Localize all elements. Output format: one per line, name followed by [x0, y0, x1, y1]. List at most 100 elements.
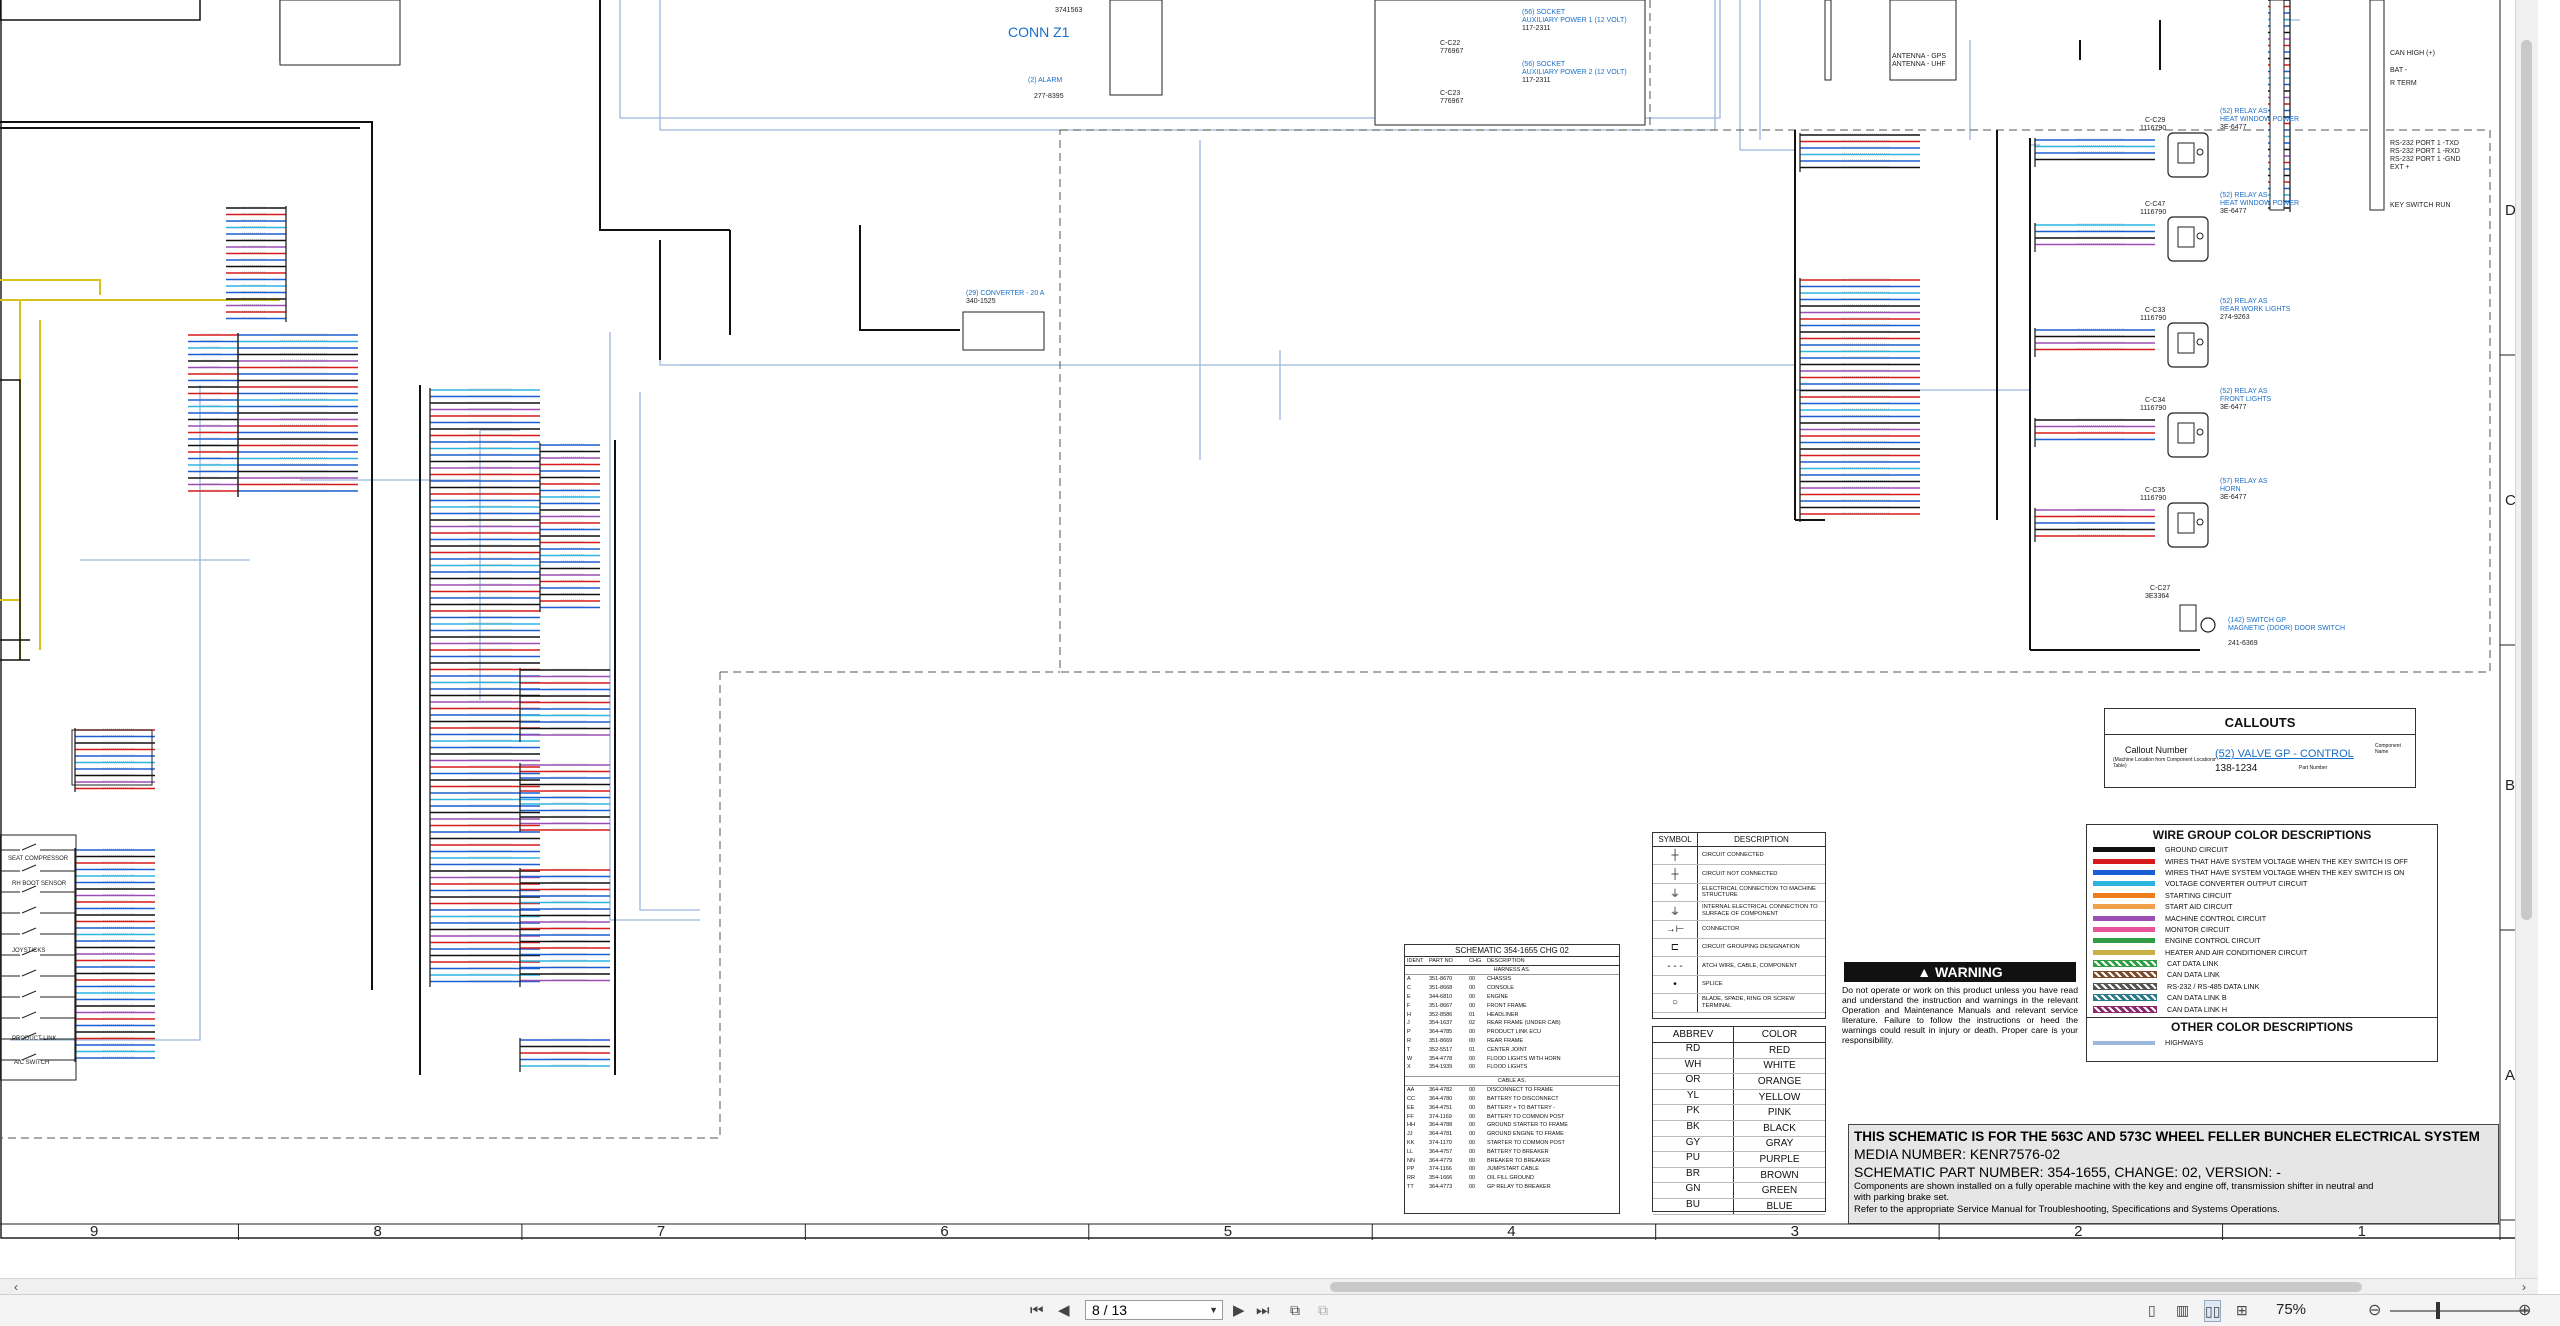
next-view-icon[interactable]: ⧉ [1318, 1300, 1328, 1320]
symbol-description: SPLICE [1702, 981, 1723, 988]
relay-symbol [2167, 322, 2209, 368]
svg-text:776967: 776967 [1440, 98, 1463, 105]
zone-column-label: 1 [2358, 1223, 2366, 1240]
wire-group-row: CAN DATA LINK B [2093, 992, 2431, 1003]
socket-2-callout[interactable]: (56) SOCKET [1522, 61, 1566, 68]
scroll-left-icon[interactable]: ‹ [14, 1279, 18, 1295]
wire-group-row: STARTING CIRCUIT [2093, 890, 2431, 901]
parts-table-row: F 351-8667 00 FRONT FRAME [1407, 1002, 1527, 1009]
continuous-page-icon[interactable]: ▥ [2176, 1300, 2189, 1320]
connector-wire-group [237, 333, 358, 497]
relay-callout[interactable]: (52) RELAY AS [2220, 108, 2268, 115]
relay-callout[interactable]: (57) RELAY AS [2220, 478, 2268, 485]
connector-wire-group [226, 206, 287, 322]
symbol-legend: SYMBOL DESCRIPTION ┼ CIRCUIT CONNECTED ┼ CI… [1652, 832, 1826, 1019]
parts-table-row: X 354-1939 00 FLOOD LIGHTS [1407, 1064, 1528, 1071]
zone-column-label: 8 [373, 1223, 381, 1240]
wire-color-swatch [2093, 858, 2155, 864]
vertical-scrollbar[interactable] [2515, 0, 2538, 1278]
parts-table-row: PP 374-1166 00 JUMPSTART CABLE [1407, 1166, 1539, 1173]
single-page-icon[interactable]: ▯ [2148, 1300, 2156, 1320]
switch-contact [0, 864, 76, 872]
next-page-icon[interactable]: ▶ [1233, 1300, 1245, 1320]
wire-color-swatch [2093, 904, 2155, 910]
switch-callout[interactable]: (142) SWITCH GP [2228, 617, 2286, 624]
connector-wire-group [519, 668, 610, 742]
first-page-icon[interactable]: ⏮ [1030, 1300, 1044, 1320]
relay-label: 1116790 [2140, 125, 2166, 132]
wire-group-label: CAN DATA LINK B [2167, 993, 2227, 1003]
wire-color-swatch [2093, 915, 2155, 921]
switch-contact [0, 969, 76, 977]
callouts-legend: CALLOUTS Callout Number (Machine Locatio… [2104, 708, 2416, 788]
example-callout-link[interactable]: (52) VALVE GP - CONTROL [2215, 748, 2354, 760]
parts-table-row: RR 354-1666 00 OIL FILL GROUND [1407, 1175, 1534, 1182]
wire-color-swatch [2093, 960, 2157, 968]
parts-table-row: C 351-8668 00 CONSOLE [1407, 985, 1514, 992]
color-abbrev-row: OR ORANGE [1653, 1074, 1825, 1090]
switch-label: MAGNETIC (DOOR) DOOR SWITCH [2228, 625, 2345, 632]
wire-group-row: RS-232 / RS-485 DATA LINK [2093, 981, 2431, 992]
schematic-symbol-icon: - - - [1653, 957, 1698, 975]
wire-group-label: HEATER AND AIR CONDITIONER CIRCUIT [2165, 947, 2308, 957]
color-abbrev-row: BU BLUE [1653, 1198, 1825, 1215]
wire-group-row: MONITOR CIRCUIT [2093, 924, 2431, 935]
relay-label: 1116790 [2140, 315, 2166, 322]
parts-table-row: JJ 364-4781 00 GROUND ENGINE TO FRAME [1407, 1131, 1564, 1138]
svg-text:EXT +: EXT + [2390, 164, 2410, 171]
document-viewport[interactable]: 987654321 DCBA CONN Z1 3741563 (29) CONV… [0, 0, 2538, 1278]
connector-wire-group [2034, 138, 2155, 167]
zoom-out-icon[interactable]: ⊖ [2368, 1300, 2381, 1320]
warning-block: ▲ WARNING Do not operate or work on this… [1842, 962, 2078, 1045]
zoom-in-icon[interactable]: ⊕ [2518, 1300, 2531, 1320]
parts-table-row: KK 374-1170 00 STARTER TO COMMON POST [1407, 1139, 1565, 1146]
switch-contact [0, 927, 76, 935]
wire-color-swatch [2093, 881, 2155, 887]
horizontal-scrollbar[interactable]: ‹ › [0, 1278, 2538, 1295]
chevron-down-icon[interactable]: ▼ [1209, 1305, 1218, 1315]
alarm-callout[interactable]: (2) ALARM [1028, 77, 1062, 84]
relay-label: C-C29 [2145, 117, 2165, 124]
svg-text:RS-232 PORT 1 -RXD: RS-232 PORT 1 -RXD [2390, 148, 2460, 155]
relay-callout[interactable]: (52) RELAY AS [2220, 298, 2268, 305]
relay-label: C-C33 [2145, 307, 2165, 314]
two-page-icon[interactable]: ▯▯ [2204, 1300, 2222, 1322]
svg-text:3741563: 3741563 [1055, 7, 1082, 14]
wire-color-swatch [2093, 994, 2157, 1002]
wire-group-label: ENGINE CONTROL CIRCUIT [2165, 936, 2261, 946]
other-color-label: HIGHWAYS [2165, 1038, 2204, 1048]
previous-page-icon[interactable]: ◀ [1058, 1300, 1070, 1320]
callouts-title: CALLOUTS [2105, 709, 2415, 735]
relay-callout[interactable]: (52) RELAY AS [2220, 192, 2268, 199]
relay-label: 274-9263 [2220, 314, 2250, 321]
symbol-description: ATCH WIRE, CABLE, COMPONENT [1702, 962, 1798, 969]
wire-color-swatch [2093, 938, 2155, 944]
wire-group-row: CAN DATA LINK [2093, 969, 2431, 980]
relay-label: HEAT WINDOW POWER [2220, 200, 2299, 207]
scroll-right-icon[interactable]: › [2522, 1279, 2526, 1295]
vertical-scroll-thumb[interactable] [2521, 40, 2532, 920]
wire-group-label: STARTING CIRCUIT [2165, 890, 2232, 900]
converter-callout[interactable]: (29) CONVERTER - 20 A [966, 290, 1045, 297]
conn-z1-label[interactable]: CONN Z1 [1008, 24, 1070, 40]
last-page-icon[interactable]: ⏭ [1256, 1300, 1270, 1320]
two-page-continuous-icon[interactable]: ⊞ [2236, 1300, 2248, 1320]
socket-1-callout[interactable]: (56) SOCKET [1522, 9, 1566, 16]
wire-color-swatch [2093, 971, 2157, 979]
wire-group-label: CAT DATA LINK [2167, 959, 2219, 969]
schematic-symbol-icon: ⏚ [1653, 902, 1698, 920]
wire-group-row: VOLTAGE CONVERTER OUTPUT CIRCUIT [2093, 878, 2431, 889]
relay-label: 3E-6477 [2220, 208, 2247, 215]
svg-text:ANTENNA - UHF: ANTENNA - UHF [1892, 61, 1946, 68]
title-block: THIS SCHEMATIC IS FOR THE 563C AND 573C … [1848, 1124, 2499, 1224]
zoom-slider-thumb[interactable] [2436, 1302, 2440, 1319]
horizontal-scroll-thumb[interactable] [1330, 1282, 2362, 1292]
previous-view-icon[interactable]: ⧉ [1290, 1300, 1300, 1320]
zone-column-label: 7 [657, 1223, 665, 1240]
zoom-level[interactable]: 75% [2276, 1301, 2306, 1318]
relay-callout[interactable]: (52) RELAY AS [2220, 388, 2268, 395]
connector-wire-group [2034, 418, 2155, 447]
page-number-input[interactable]: 8 / 13 ▼ [1085, 1300, 1223, 1320]
symbol-description: CIRCUIT CONNECTED [1702, 852, 1764, 859]
zoom-slider[interactable] [2390, 1310, 2530, 1312]
